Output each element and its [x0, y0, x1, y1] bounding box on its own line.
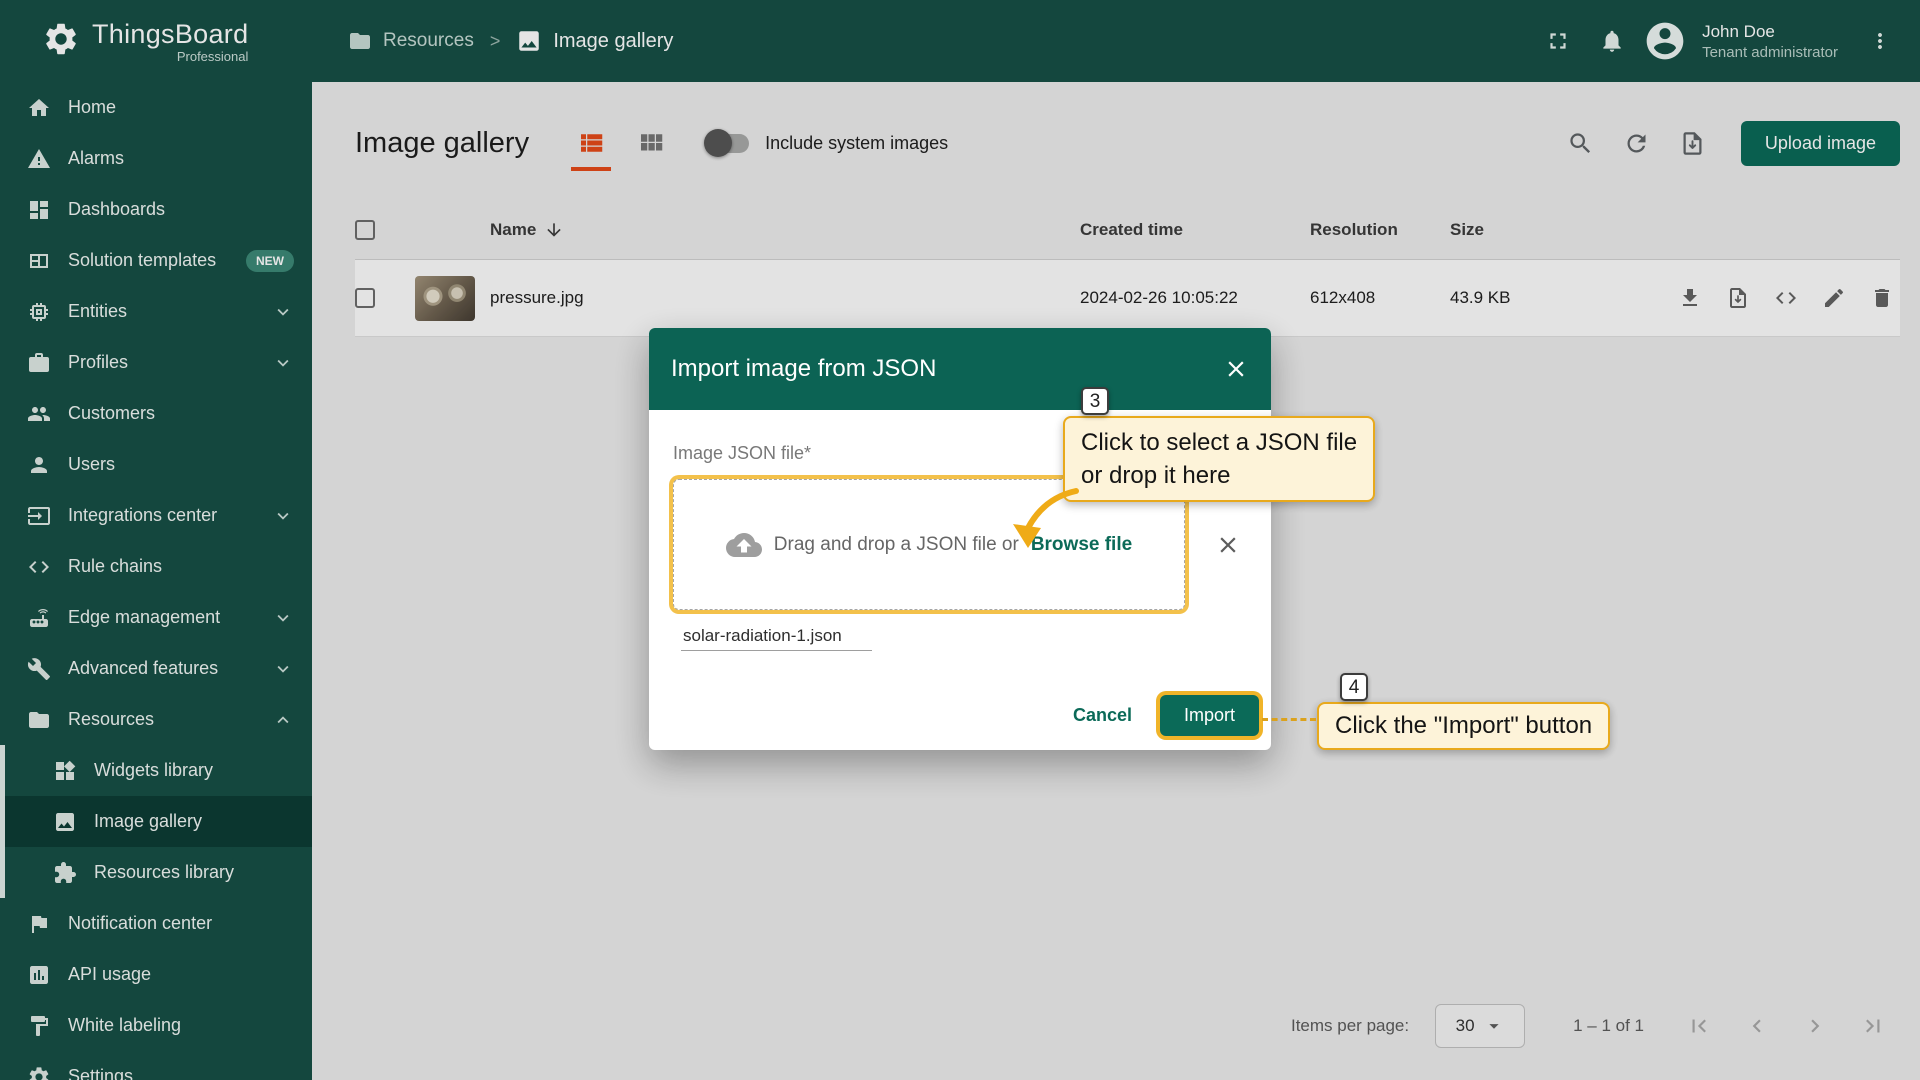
- tutorial-connector-line: [1262, 718, 1316, 721]
- step-4-badge: 4: [1340, 673, 1368, 701]
- dialog-actions: Cancel Import: [1073, 695, 1259, 736]
- import-button[interactable]: Import: [1160, 695, 1259, 736]
- dialog-header: Import image from JSON: [649, 328, 1271, 410]
- tooltip-step-3-line-1: Click to select a JSON file: [1081, 426, 1357, 459]
- close-icon: [1215, 532, 1241, 558]
- selected-file-name: solar-radiation-1.json: [681, 626, 872, 651]
- clear-file-icon[interactable]: [1215, 532, 1241, 558]
- dialog-title: Import image from JSON: [671, 355, 936, 383]
- dropzone-text: Drag and drop a JSON file or: [774, 534, 1019, 556]
- tooltip-step-4-text: Click the "Import" button: [1335, 712, 1592, 740]
- close-icon[interactable]: [1223, 356, 1249, 382]
- import-image-dialog: Import image from JSON Image JSON file* …: [649, 328, 1271, 750]
- close-icon: [1223, 356, 1249, 382]
- step-3-badge: 3: [1081, 387, 1109, 415]
- tutorial-tooltip-step-4: 4 Click the "Import" button: [1317, 702, 1610, 750]
- tooltip-step-3-line-2: or drop it here: [1081, 459, 1357, 492]
- cloud-upload-icon: [726, 527, 762, 563]
- cancel-button[interactable]: Cancel: [1073, 705, 1132, 726]
- tutorial-tooltip-step-3: 3 Click to select a JSON file or drop it…: [1063, 416, 1375, 502]
- tutorial-arrow-icon: [1000, 486, 1090, 556]
